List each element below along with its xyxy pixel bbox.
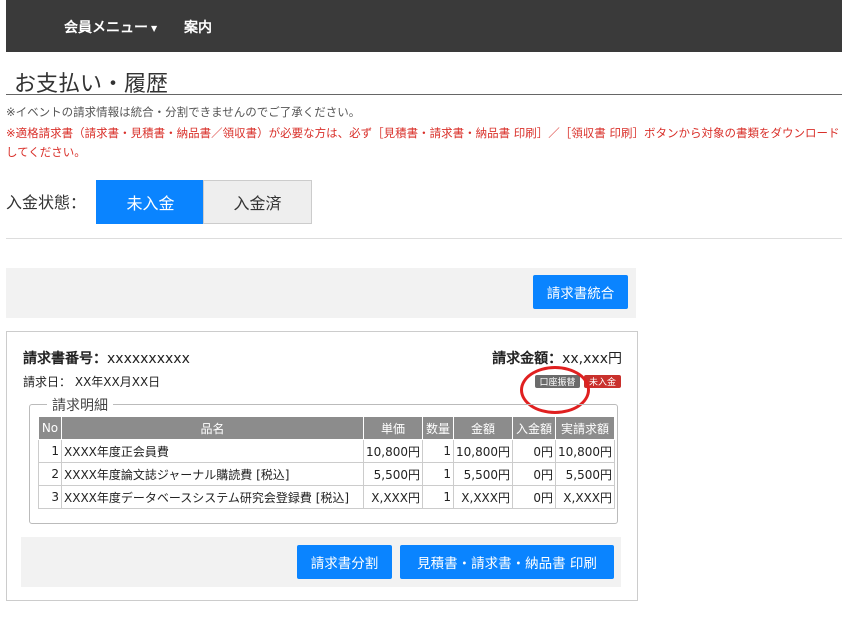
cell-unit-price: X,XXX円 [363, 485, 423, 509]
cell-quantity: 1 [422, 462, 454, 486]
title-divider [6, 94, 842, 95]
table-row: 2 XXXX年度論文誌ジャーナル購読費 [税込] 5,500円 1 5,500円… [38, 462, 615, 486]
column-header-no: No [38, 416, 62, 440]
caret-down-icon: ▼ [151, 23, 158, 33]
cell-amount: X,XXX円 [453, 485, 513, 509]
cell-item: XXXX年度正会員費 [61, 439, 364, 463]
merge-invoices-button[interactable]: 請求書統合 [533, 275, 628, 309]
cell-unit-price: 10,800円 [363, 439, 423, 463]
cell-quantity: 1 [422, 439, 454, 463]
cell-billed: X,XXX円 [555, 485, 615, 509]
column-header-quantity: 数量 [422, 416, 454, 440]
section-divider [6, 238, 842, 239]
invoice-download-warning: ※適格請求書（請求書・見積書・納品書／領収書）が必要な方は、必ず［見積書・請求書… [6, 126, 840, 159]
column-header-unit-price: 単価 [363, 416, 423, 440]
cell-amount: 10,800円 [453, 439, 513, 463]
table-row: 1 XXXX年度正会員費 10,800円 1 10,800円 0円 10,800… [38, 439, 615, 463]
cell-paid: 0円 [512, 439, 556, 463]
invoice-date-value: XX年XX月XX日 [74, 375, 161, 389]
nav-guide[interactable]: 案内 [184, 17, 212, 37]
invoice-date: 請求日： XX年XX月XX日 [23, 373, 160, 390]
nav-member-menu[interactable]: 会員メニュー ▼ [64, 17, 157, 37]
top-nav-bar: 会員メニュー ▼ 案内 [6, 0, 842, 52]
cell-billed: 5,500円 [555, 462, 615, 486]
cell-item: XXXX年度論文誌ジャーナル購読費 [税込] [61, 462, 364, 486]
invoice-detail-legend: 請求明細 [47, 395, 113, 415]
invoice-amount: 請求金額：xx,xxx円 [492, 348, 622, 368]
invoice-detail-table: No 品名 単価 数量 金額 入金額 実請求額 1 XXXX年度正会員費 10,… [38, 416, 615, 509]
cell-no: 2 [38, 462, 62, 486]
invoice-number: 請求書番号：xxxxxxxxxx [23, 348, 190, 368]
invoice-number-label: 請求書番号： [23, 351, 107, 367]
status-paid-toggle[interactable]: 入金済 [203, 180, 312, 224]
split-invoice-button[interactable]: 請求書分割 [297, 545, 392, 579]
cell-amount: 5,500円 [453, 462, 513, 486]
cell-item: XXXX年度データベースシステム研究会登録費 [税込] [61, 485, 364, 509]
cell-unit-price: 5,500円 [363, 462, 423, 486]
cell-quantity: 1 [422, 485, 454, 509]
invoice-number-value: xxxxxxxxxx [107, 351, 190, 367]
cell-no: 3 [38, 485, 62, 509]
print-documents-button[interactable]: 見積書・請求書・納品書 印刷 [400, 545, 614, 579]
event-notice: ※イベントの請求情報は統合・分割できませんのでご了承ください。 [6, 105, 361, 119]
invoice-amount-value: xx,xxx円 [562, 351, 622, 367]
column-header-item: 品名 [61, 416, 364, 440]
status-unpaid-toggle[interactable]: 未入金 [96, 180, 205, 224]
column-header-paid: 入金額 [512, 416, 556, 440]
cell-no: 1 [38, 439, 62, 463]
table-row: 3 XXXX年度データベースシステム研究会登録費 [税込] X,XXX円 1 X… [38, 485, 615, 509]
cell-paid: 0円 [512, 462, 556, 486]
payment-status-label: 入金状態： [6, 193, 87, 212]
invoice-amount-label: 請求金額： [492, 351, 563, 367]
column-header-billed: 実請求額 [555, 416, 615, 440]
nav-member-menu-label: 会員メニュー [64, 20, 148, 36]
column-header-amount: 金額 [453, 416, 513, 440]
invoice-date-label: 請求日： [23, 375, 72, 389]
table-header-row: No 品名 単価 数量 金額 入金額 実請求額 [38, 416, 615, 440]
cell-billed: 10,800円 [555, 439, 615, 463]
cell-paid: 0円 [512, 485, 556, 509]
